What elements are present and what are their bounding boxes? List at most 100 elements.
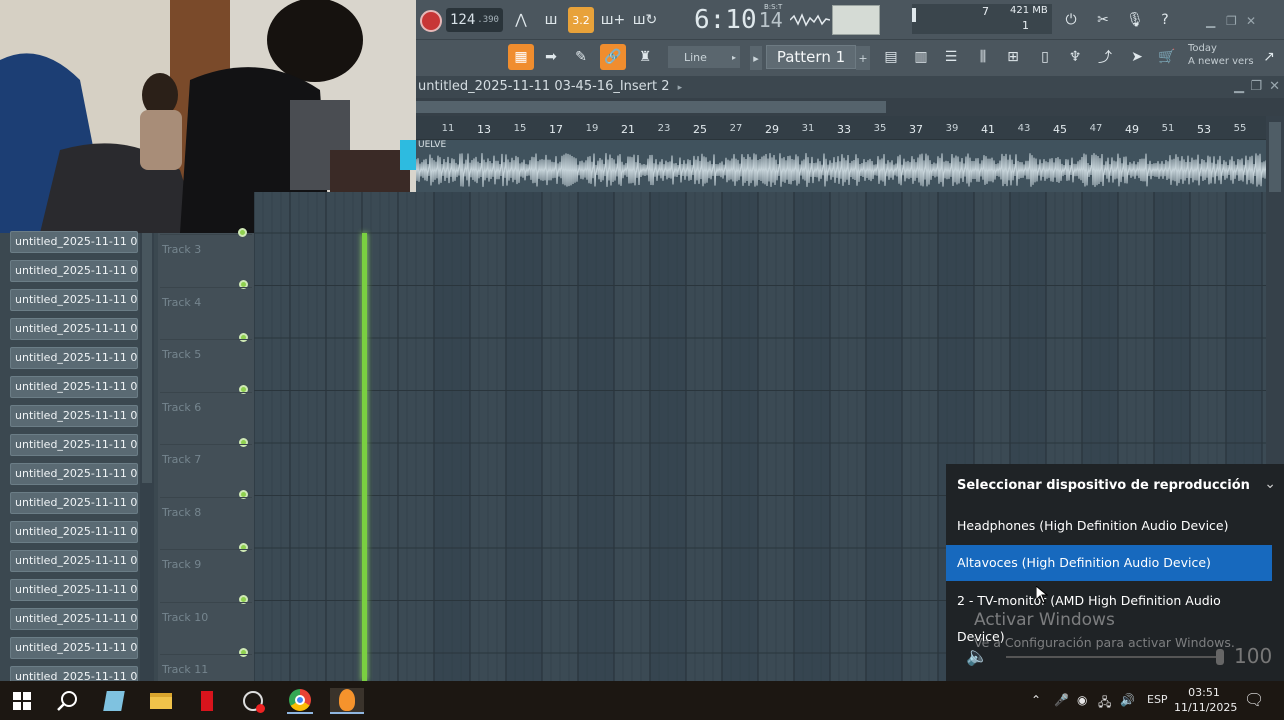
tag-button[interactable]: ➤ — [1124, 44, 1150, 70]
link-button[interactable]: 🔗 — [600, 44, 626, 70]
pattern-prev-button[interactable]: ▸ — [750, 46, 762, 70]
wait-icon: ш — [544, 12, 558, 28]
tray-language[interactable]: ESP — [1147, 693, 1168, 706]
shop-button[interactable]: 🛒 — [1154, 44, 1180, 70]
track-header[interactable]: Track 6 — [160, 391, 252, 447]
channel-rack-button[interactable]: ☰ — [938, 44, 964, 70]
device-altavoces[interactable]: Altavoces (High Definition Audio Device) — [946, 545, 1272, 581]
volume-slider-thumb[interactable] — [1216, 649, 1224, 665]
news-arrow-button[interactable]: ↗ — [1256, 44, 1282, 70]
ruler-bar-number: 11 — [441, 123, 455, 134]
browser-scrollbar-thumb[interactable] — [142, 233, 152, 483]
wait-input-button[interactable]: ш — [538, 7, 564, 33]
piano-roll-button[interactable]: ▥ — [908, 44, 934, 70]
loop-record-button[interactable]: ш↻ — [632, 7, 658, 33]
track-name: Track 3 — [162, 243, 202, 256]
track-header[interactable]: Track 10 — [160, 601, 252, 657]
record-button[interactable] — [420, 8, 442, 34]
minimize-button[interactable]: ▁ — [1206, 8, 1215, 34]
track-header[interactable]: Track 8 — [160, 496, 252, 552]
arrow-button[interactable]: ➡ — [538, 44, 564, 70]
tempo-display[interactable]: 124.390 — [446, 8, 503, 32]
browser-scrollbar[interactable] — [140, 233, 154, 681]
browser-file-item[interactable]: untitled_2025-11-11 03-... — [10, 434, 138, 456]
typing-keyboard-button[interactable]: ▦ — [508, 44, 534, 70]
close-button[interactable]: ✕ — [1246, 8, 1256, 34]
pattern-selector[interactable]: Pattern 1 — [766, 45, 856, 69]
mixer-button[interactable]: ⫼ — [970, 44, 996, 70]
minimize-icon: ▁ — [1206, 14, 1216, 28]
plugin-button[interactable]: ♆ — [1062, 44, 1088, 70]
browser-file-item[interactable]: untitled_2025-11-11 03-... — [10, 608, 138, 630]
search-button[interactable] — [55, 688, 81, 714]
track-mute-led[interactable] — [238, 228, 247, 237]
browser-file-item[interactable]: untitled_2025-11-11 03-... — [10, 492, 138, 514]
chrome-icon — [289, 689, 311, 711]
audio-clip[interactable]: UELVE — [416, 140, 1266, 192]
taskbar-app-clock[interactable] — [240, 688, 266, 714]
taskbar-app-chrome[interactable] — [287, 688, 313, 714]
taskbar-app-netflix[interactable] — [194, 688, 220, 714]
track-header[interactable]: Track 7 — [160, 444, 252, 499]
browser-tree-button[interactable]: ⊞ — [1000, 44, 1026, 70]
browser-file-item[interactable]: untitled_2025-11-11 03-... — [10, 637, 138, 659]
add-pattern-button[interactable]: + — [856, 46, 870, 70]
news-panel[interactable]: Today A newer versio... — [1188, 42, 1254, 74]
volume-slider-track[interactable] — [1006, 656, 1221, 658]
device-headphones[interactable]: Headphones (High Definition Audio Device… — [946, 508, 1272, 544]
chevron-down-icon[interactable]: ⌄ — [1264, 476, 1276, 492]
scrollbar-thumb[interactable] — [416, 101, 886, 113]
taskbar-app-notepad[interactable] — [101, 688, 127, 714]
browser-file-item[interactable]: untitled_2025-11-11 03-... — [10, 318, 138, 340]
help-button[interactable]: ? — [1152, 7, 1178, 33]
dropdown-arrow-icon: ▸ — [731, 52, 736, 62]
folder-icon — [150, 693, 172, 709]
maximize-button[interactable]: ❐ — [1226, 8, 1237, 34]
cut-tool-button[interactable]: ✂ — [1090, 7, 1116, 33]
tray-camera[interactable]: ◉ — [1077, 693, 1087, 707]
metronome-button[interactable]: ⋀ — [508, 7, 534, 33]
taskbar-app-flstudio[interactable] — [330, 688, 364, 714]
playlist-button[interactable]: ▤ — [878, 44, 904, 70]
browser-file-item[interactable]: untitled_2025-11-11 03-... — [10, 550, 138, 572]
pitch-button[interactable]: ⤴ — [1092, 44, 1118, 70]
draw-tool-button[interactable]: ✎ — [568, 44, 594, 70]
track-header[interactable]: Track 3 — [160, 234, 252, 289]
playhead[interactable] — [362, 233, 367, 681]
step-edit-button[interactable]: ш+ — [600, 7, 626, 33]
snap-select[interactable]: Line ▸ — [668, 46, 740, 68]
browser-file-item[interactable]: untitled_2025-11-11 03-... — [10, 231, 138, 253]
playlist-horizontal-scrollbar[interactable] — [416, 98, 1284, 116]
browser-file-item[interactable]: untitled_2025-11-11 03-... — [10, 376, 138, 398]
tray-volume[interactable]: 🔊 — [1120, 693, 1135, 707]
browser-file-item[interactable]: untitled_2025-11-11 03-... — [10, 579, 138, 601]
action-center-button[interactable]: 🗨 — [1244, 690, 1264, 709]
track-header[interactable]: Track 5 — [160, 339, 252, 394]
browser-file-item[interactable]: untitled_2025-11-11 03-... — [10, 405, 138, 427]
timeline-ruler[interactable]: 11 13 15 17 19 21 23 25 27 29 31 33 35 37 39 41 43 45 47 49… — [416, 116, 1284, 140]
browser-file-item[interactable]: untitled_2025-11-11 03-... — [10, 260, 138, 282]
tray-overflow-button[interactable]: ⌃ — [1031, 693, 1041, 707]
countdown-button[interactable]: 3.2 — [568, 7, 594, 33]
track-header[interactable]: Track 4 — [160, 286, 252, 342]
stamp-button[interactable]: ♜ — [632, 44, 658, 70]
browser-file-item[interactable]: untitled_2025-11-11 03-... — [10, 463, 138, 485]
tray-network[interactable]: 🖧 — [1098, 693, 1111, 714]
metronome-icon: ⋀ — [515, 12, 527, 28]
playlist-close-button[interactable]: ✕ — [1269, 76, 1280, 98]
playlist-maximize-button[interactable]: ❐ — [1250, 76, 1262, 98]
start-button[interactable] — [9, 688, 35, 714]
playlist-minimize-button[interactable]: ▁ — [1234, 76, 1244, 98]
mic-button[interactable]: 🎙 — [1122, 7, 1148, 33]
tray-clock[interactable]: 03:51 11/11/2025 — [1174, 685, 1237, 715]
browser-file-item[interactable]: untitled_2025-11-11 03-... — [10, 347, 138, 369]
cpu-reset-button[interactable]: ⏻ — [1058, 7, 1084, 33]
project-button[interactable]: ▯ — [1032, 44, 1058, 70]
track-header[interactable]: Track 9 — [160, 549, 252, 604]
browser-file-item[interactable]: untitled_2025-11-11 03-... — [10, 521, 138, 543]
taskbar-app-explorer[interactable] — [148, 688, 174, 714]
vertical-scrollbar-thumb[interactable] — [1269, 122, 1281, 192]
tray-mic[interactable]: 🎤 — [1054, 693, 1069, 707]
link-icon: 🔗 — [604, 49, 622, 65]
browser-file-item[interactable]: untitled_2025-11-11 03-... — [10, 289, 138, 311]
